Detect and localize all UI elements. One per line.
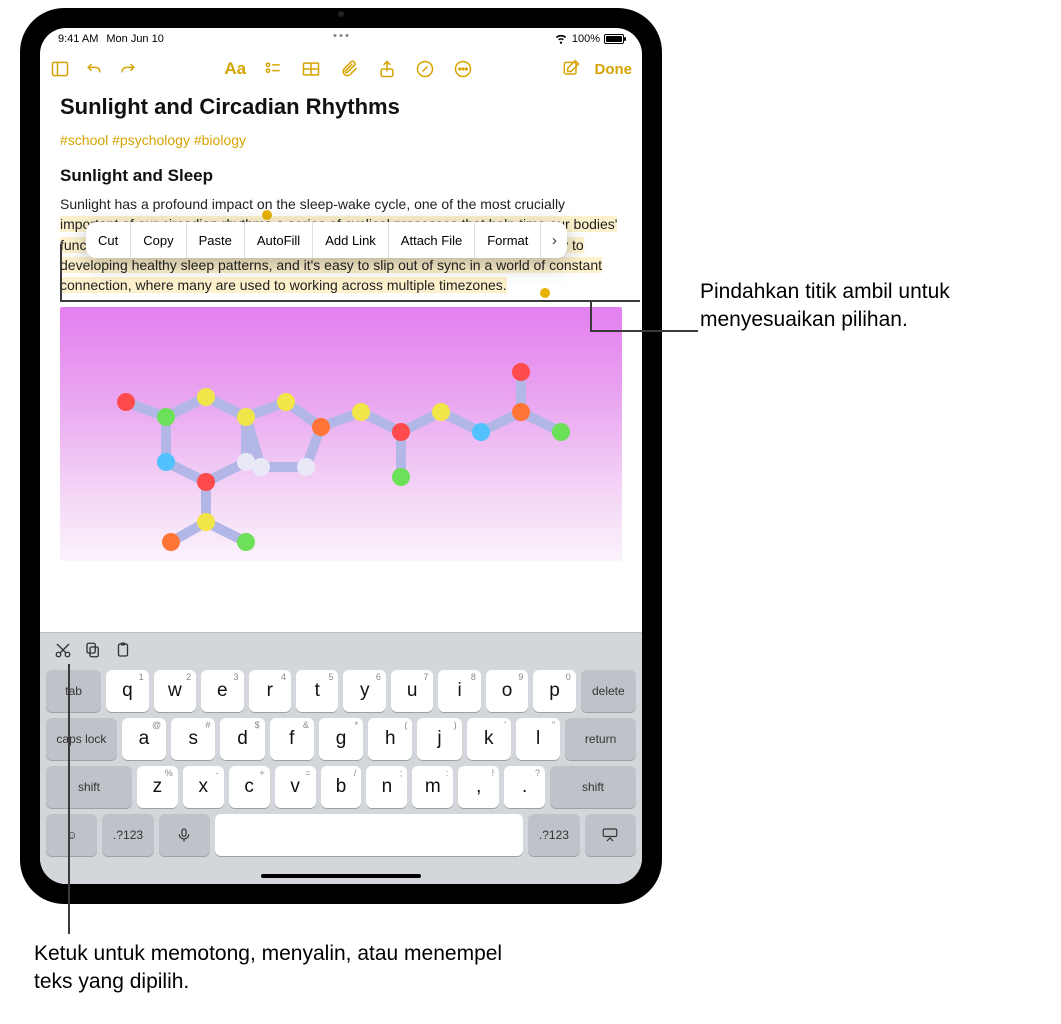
key-shift-right[interactable]: shift — [550, 766, 636, 808]
key-numeric-right[interactable]: .?123 — [528, 814, 579, 856]
battery-icon — [604, 34, 624, 44]
key-c[interactable]: c+ — [229, 766, 270, 808]
key-o[interactable]: o9 — [486, 670, 528, 712]
share-icon[interactable] — [377, 59, 397, 79]
note-title[interactable]: Sunlight and Circadian Rhythms — [60, 94, 622, 120]
key-u[interactable]: u7 — [391, 670, 433, 712]
table-icon[interactable] — [301, 59, 321, 79]
menu-autofill[interactable]: AutoFill — [245, 222, 313, 258]
menu-attachfile[interactable]: Attach File — [389, 222, 475, 258]
key-p[interactable]: p0 — [533, 670, 575, 712]
key-numeric-left[interactable]: .?123 — [102, 814, 153, 856]
home-indicator[interactable] — [261, 874, 421, 878]
menu-addlink[interactable]: Add Link — [313, 222, 389, 258]
note-tags[interactable]: #school #psychology #biology — [60, 132, 622, 148]
key-l[interactable]: l" — [516, 718, 560, 760]
keyboard-row-4: ☺ .?123 .?123 — [46, 814, 636, 856]
key-i[interactable]: i8 — [438, 670, 480, 712]
key-j[interactable]: j) — [417, 718, 461, 760]
keyboard-row-1: tab q1w2e3r4t5y6u7i8o9p0 delete — [46, 670, 636, 712]
keyboard-shortcut-bar — [40, 632, 642, 666]
status-bar: 9:41 AM Mon Jun 10 100% — [40, 28, 642, 50]
key-z[interactable]: z% — [137, 766, 178, 808]
copy-icon[interactable] — [84, 641, 102, 659]
front-camera — [306, 10, 376, 18]
key-,[interactable]: ,! — [458, 766, 499, 808]
key-f[interactable]: f& — [270, 718, 314, 760]
menu-more-arrow-icon[interactable]: › — [541, 232, 567, 249]
key-n[interactable]: n; — [366, 766, 407, 808]
callout-cut-copy-paste: Ketuk untuk memotong, menyalin, atau men… — [34, 940, 534, 997]
key-s[interactable]: s# — [171, 718, 215, 760]
callout-line-right-v1 — [60, 244, 62, 302]
done-button[interactable]: Done — [595, 61, 633, 78]
notes-toolbar: Aa Done — [40, 50, 642, 88]
paragraph-prefix[interactable]: Sunlight has a profound impact on the sl… — [60, 196, 565, 212]
key-t[interactable]: t5 — [296, 670, 338, 712]
key-tab[interactable]: tab — [46, 670, 101, 712]
key-hide-keyboard[interactable] — [585, 814, 636, 856]
text-selection-menu: Cut Copy Paste AutoFill Add Link Attach … — [86, 222, 567, 258]
key-r[interactable]: r4 — [249, 670, 291, 712]
battery-percent: 100% — [572, 33, 600, 45]
menu-paste[interactable]: Paste — [187, 222, 245, 258]
key-shift-left[interactable]: shift — [46, 766, 132, 808]
redo-icon[interactable] — [118, 59, 138, 79]
more-icon[interactable] — [453, 59, 473, 79]
key-w[interactable]: w2 — [154, 670, 196, 712]
attachment-icon[interactable] — [339, 59, 359, 79]
selection-handle-end[interactable] — [540, 288, 550, 298]
note-body[interactable]: Sunlight and Circadian Rhythms #school #… — [40, 88, 642, 632]
key-y[interactable]: y6 — [343, 670, 385, 712]
cut-icon[interactable] — [54, 641, 72, 659]
callout-grab-handle: Pindahkan titik ambil untuk menyesuaikan… — [700, 278, 1050, 335]
keyboard-row-2: caps lock a@s#d$f&g*h(j)k'l" return — [46, 718, 636, 760]
keyboard-row-3: shift z%x-c+v=b/n;m:,!.? shift — [46, 766, 636, 808]
molecule-image[interactable] — [60, 307, 622, 561]
key-emoji[interactable]: ☺ — [46, 814, 97, 856]
key-delete[interactable]: delete — [581, 670, 636, 712]
onscreen-keyboard: tab q1w2e3r4t5y6u7i8o9p0 delete caps loc… — [40, 666, 642, 870]
menu-format[interactable]: Format — [475, 222, 541, 258]
undo-icon[interactable] — [84, 59, 104, 79]
key-return[interactable]: return — [565, 718, 636, 760]
key-d[interactable]: d$ — [220, 718, 264, 760]
callout-line-right-v2 — [590, 300, 592, 330]
key-a[interactable]: a@ — [122, 718, 166, 760]
key-e[interactable]: e3 — [201, 670, 243, 712]
key-m[interactable]: m: — [412, 766, 453, 808]
menu-cut[interactable]: Cut — [86, 222, 131, 258]
checklist-icon[interactable] — [263, 59, 283, 79]
key-g[interactable]: g* — [319, 718, 363, 760]
key-capslock[interactable]: caps lock — [46, 718, 117, 760]
sidebar-toggle-icon[interactable] — [50, 59, 70, 79]
note-subheading[interactable]: Sunlight and Sleep — [60, 166, 622, 186]
menu-copy[interactable]: Copy — [131, 222, 186, 258]
status-date: Mon Jun 10 — [106, 33, 163, 45]
selection-handle-start[interactable] — [262, 210, 272, 220]
callout-line-bottom-v — [68, 664, 70, 934]
multitask-dots-icon[interactable] — [334, 34, 349, 37]
home-indicator-area — [40, 870, 642, 884]
markup-icon[interactable] — [415, 59, 435, 79]
key-dictation[interactable] — [159, 814, 210, 856]
key-b[interactable]: b/ — [321, 766, 362, 808]
ipad-device-frame: 9:41 AM Mon Jun 10 100% Aa — [20, 8, 662, 904]
compose-icon[interactable] — [561, 59, 581, 79]
key-q[interactable]: q1 — [106, 670, 148, 712]
key-x[interactable]: x- — [183, 766, 224, 808]
text-format-icon[interactable]: Aa — [225, 59, 245, 79]
wifi-icon — [554, 31, 568, 48]
status-time: 9:41 AM — [58, 33, 98, 45]
key-space[interactable] — [215, 814, 523, 856]
key-v[interactable]: v= — [275, 766, 316, 808]
paste-icon[interactable] — [114, 641, 132, 659]
key-h[interactable]: h( — [368, 718, 412, 760]
key-.[interactable]: .? — [504, 766, 545, 808]
ipad-screen: 9:41 AM Mon Jun 10 100% Aa — [40, 28, 642, 884]
callout-line-right-h — [60, 300, 640, 302]
key-k[interactable]: k' — [467, 718, 511, 760]
callout-line-right-h2 — [590, 330, 698, 332]
